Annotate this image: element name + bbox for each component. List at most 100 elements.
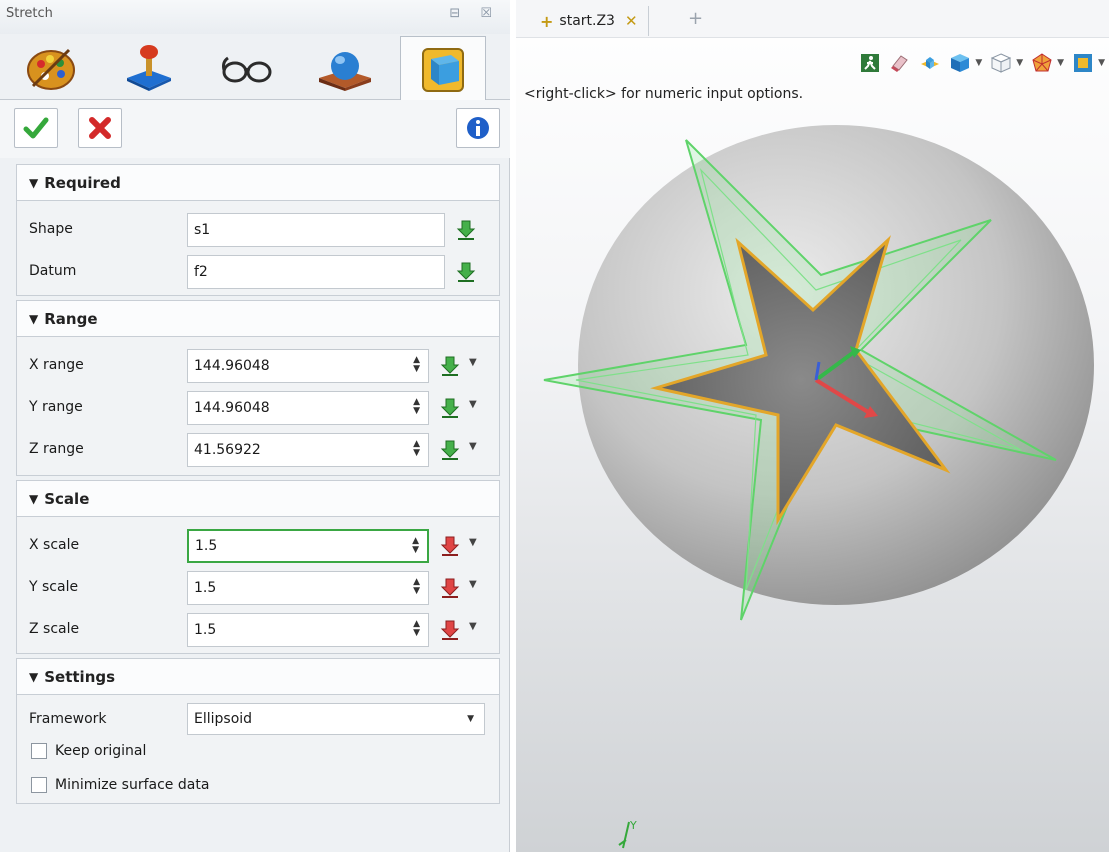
- y-range-pick-button[interactable]: [439, 397, 461, 419]
- chevron-down-icon[interactable]: ▼: [469, 537, 477, 548]
- collapse-triangle-icon: ▼: [29, 669, 39, 684]
- framework-select[interactable]: Ellipsoid ▼: [187, 703, 485, 735]
- glasses-icon: [222, 56, 272, 83]
- minimize-surface-checkbox[interactable]: [31, 777, 47, 793]
- green-check-icon: [23, 117, 49, 139]
- green-pick-arrow-icon: [456, 220, 476, 240]
- plane-cube-icon[interactable]: [919, 52, 941, 74]
- viewport[interactable]: + start.Z3 ✕ + ▼ ▼ ▼ ▼ <right-click> for…: [516, 0, 1109, 852]
- z-scale-field[interactable]: 1.5 ▲ ▼: [187, 613, 429, 647]
- chevron-down-icon[interactable]: ▼: [469, 399, 477, 410]
- z-range-row: Z range 41.56922 ▲ ▼ ▼: [17, 429, 501, 471]
- tab-stretch[interactable]: [400, 36, 486, 102]
- wireframe-cube-icon[interactable]: [990, 52, 1012, 74]
- x-range-field[interactable]: 144.96048 ▲ ▼: [187, 349, 429, 383]
- document-tab[interactable]: + start.Z3 ✕: [530, 6, 649, 36]
- shape-row: Shape s1: [17, 209, 501, 251]
- cancel-button[interactable]: [78, 108, 122, 148]
- close-icon[interactable]: ✕: [625, 12, 638, 30]
- action-row: [0, 100, 510, 158]
- settings-header[interactable]: ▼ Settings: [17, 659, 499, 695]
- chevron-down-icon[interactable]: ▼: [1057, 58, 1064, 68]
- scale-header[interactable]: ▼ Scale: [17, 481, 499, 517]
- polyhedron-icon[interactable]: [1031, 52, 1053, 74]
- collapse-triangle-icon: ▼: [29, 491, 39, 506]
- info-icon: [467, 117, 489, 139]
- spin-arrows-icon[interactable]: ▲ ▼: [413, 578, 420, 596]
- chevron-down-icon[interactable]: ▼: [975, 58, 982, 68]
- y-axis-label: Y: [629, 819, 637, 832]
- chevron-down-icon[interactable]: ▼: [469, 441, 477, 452]
- keep-original-checkbox-row[interactable]: Keep original: [31, 739, 146, 763]
- document-tab-bar: + start.Z3 ✕ +: [516, 0, 1109, 38]
- exit-person-icon[interactable]: [859, 52, 881, 74]
- plus-icon: +: [540, 11, 554, 31]
- datum-pick-button[interactable]: [455, 261, 477, 283]
- keep-original-checkbox[interactable]: [31, 743, 47, 759]
- chevron-down-icon[interactable]: ▼: [469, 357, 477, 368]
- frame-select-icon[interactable]: [1072, 52, 1094, 74]
- stretch-panel: Stretch ⊟ ☒ ▼ Required Shape s1 Datum f2…: [0, 0, 510, 852]
- x-scale-field[interactable]: 1.5 ▲ ▼: [187, 529, 429, 563]
- eraser-icon[interactable]: [889, 52, 911, 74]
- paint-palette-icon: [27, 48, 75, 90]
- panel-title-bar: Stretch ⊟ ☒: [0, 0, 510, 34]
- shape-field[interactable]: s1: [187, 213, 445, 247]
- range-section: ▼ Range X range 144.96048 ▲ ▼ ▼ Y range 1…: [16, 300, 500, 476]
- tab-paint-palette[interactable]: [8, 36, 94, 98]
- shape-pick-button[interactable]: [455, 219, 477, 241]
- required-header[interactable]: ▼ Required: [17, 165, 499, 201]
- spin-arrows-icon[interactable]: ▲ ▼: [412, 537, 419, 555]
- spin-arrows-icon[interactable]: ▲ ▼: [413, 620, 420, 638]
- red-pick-arrow-icon: [440, 620, 460, 640]
- chevron-down-icon[interactable]: ▼: [1016, 58, 1023, 68]
- spin-arrows-icon[interactable]: ▲ ▼: [413, 356, 420, 374]
- chevron-down-icon: ▼: [467, 714, 474, 724]
- y-range-row: Y range 144.96048 ▲ ▼ ▼: [17, 387, 501, 429]
- chevron-down-icon[interactable]: ▼: [1098, 58, 1105, 68]
- ok-button[interactable]: [14, 108, 58, 148]
- spin-arrows-icon[interactable]: ▲ ▼: [413, 398, 420, 416]
- info-button[interactable]: [456, 108, 500, 148]
- chevron-down-icon[interactable]: ▼: [469, 579, 477, 590]
- range-header[interactable]: ▼ Range: [17, 301, 499, 337]
- y-range-label: Y range: [29, 399, 83, 415]
- red-pick-arrow-icon: [440, 536, 460, 556]
- z-range-pick-button[interactable]: [439, 439, 461, 461]
- y-scale-label: Y scale: [29, 579, 79, 595]
- green-pick-arrow-icon: [440, 356, 460, 376]
- chevron-down-icon[interactable]: ▼: [469, 621, 477, 632]
- scale-section: ▼ Scale X scale 1.5 ▲ ▼ ▼ Y scale 1.5 ▲ ▼ …: [16, 480, 500, 654]
- x-range-row: X range 144.96048 ▲ ▼ ▼: [17, 345, 501, 387]
- y-scale-pick-button[interactable]: [439, 577, 461, 599]
- x-range-label: X range: [29, 357, 84, 373]
- z-scale-label: Z scale: [29, 621, 80, 637]
- y-scale-field[interactable]: 1.5 ▲ ▼: [187, 571, 429, 605]
- z-scale-row: Z scale 1.5 ▲ ▼ ▼: [17, 609, 501, 651]
- red-x-icon: [89, 117, 111, 139]
- 3d-scene[interactable]: Y: [516, 100, 1109, 852]
- tool-tab-strip: [0, 34, 510, 102]
- z-scale-pick-button[interactable]: [439, 619, 461, 641]
- settings-section: ▼ Settings Framework Ellipsoid ▼ Keep or…: [16, 658, 500, 804]
- panel-title: Stretch: [6, 6, 53, 21]
- sphere-on-surface-icon: [319, 52, 371, 91]
- y-range-field[interactable]: 144.96048 ▲ ▼: [187, 391, 429, 425]
- shape-label: Shape: [29, 221, 73, 237]
- orientation-axis-indicator: Y: [618, 819, 637, 849]
- panel-window-controls[interactable]: ⊟ ☒: [449, 6, 500, 21]
- x-range-pick-button[interactable]: [439, 355, 461, 377]
- red-pick-arrow-icon: [440, 578, 460, 598]
- datum-row: Datum f2: [17, 251, 501, 293]
- x-scale-pick-button[interactable]: [439, 535, 461, 557]
- datum-field[interactable]: f2: [187, 255, 445, 289]
- z-range-field[interactable]: 41.56922 ▲ ▼: [187, 433, 429, 467]
- spin-arrows-icon[interactable]: ▲ ▼: [413, 440, 420, 458]
- tab-glasses[interactable]: [204, 36, 290, 98]
- new-tab-button[interactable]: +: [688, 8, 703, 29]
- minimize-surface-checkbox-row[interactable]: Minimize surface data: [31, 773, 209, 797]
- tab-joystick[interactable]: [106, 36, 192, 98]
- collapse-triangle-icon: ▼: [29, 311, 39, 326]
- tab-sphere-surface[interactable]: [302, 36, 388, 98]
- solid-cube-icon[interactable]: [949, 52, 971, 74]
